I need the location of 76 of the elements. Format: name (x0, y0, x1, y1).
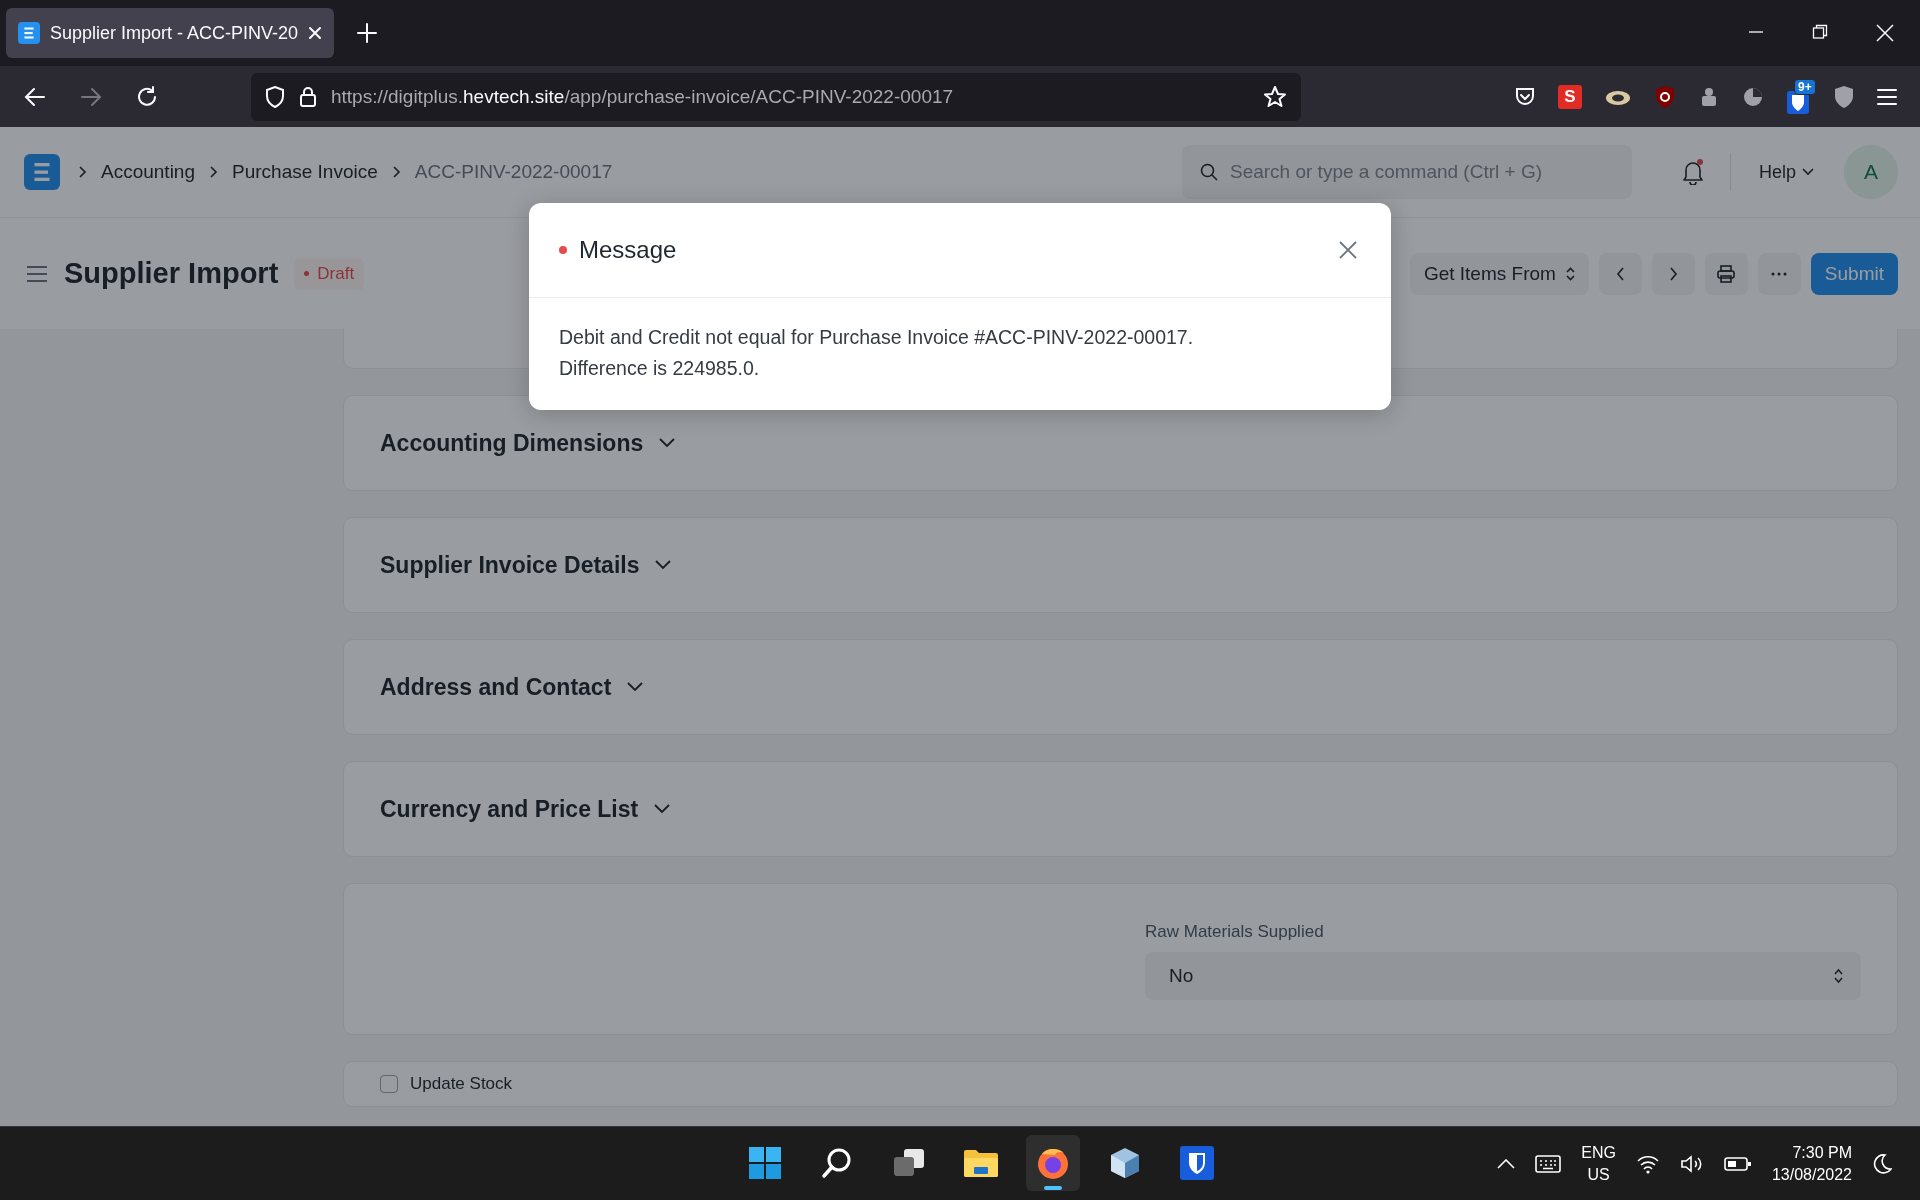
keyboard-icon[interactable] (1535, 1154, 1562, 1173)
bell-icon (1681, 159, 1704, 185)
message-text: Debit and Credit not equal for Purchase Invoice #ACC-PINV-2022-00017. (559, 325, 1195, 350)
dialog-title: Message (579, 236, 677, 264)
extension-icon[interactable]: S (1558, 84, 1582, 109)
moon-icon[interactable] (1872, 1152, 1892, 1175)
lock-icon[interactable] (299, 85, 317, 108)
chevron-right-icon (209, 165, 218, 179)
help-dropdown[interactable]: Help (1752, 160, 1820, 184)
battery-icon[interactable] (1723, 1155, 1752, 1172)
status-badge: Draft (294, 257, 365, 290)
chevron-right-icon (78, 165, 87, 179)
search-icon (1199, 163, 1218, 181)
clock[interactable]: 7:30 PM 13/08/2022 (1771, 1141, 1852, 1186)
chevron-left-icon (1615, 265, 1625, 282)
browser-icon[interactable] (1036, 1146, 1070, 1180)
updown-icon (1834, 968, 1843, 984)
folder-icon[interactable] (963, 1148, 999, 1178)
volume-icon[interactable] (1679, 1153, 1704, 1174)
active-indicator (1044, 1186, 1062, 1190)
close-icon[interactable] (1876, 24, 1894, 42)
chevron-down-icon (659, 438, 676, 448)
shield-icon[interactable] (265, 85, 285, 108)
cube-icon[interactable] (1109, 1146, 1141, 1180)
chevron-down-icon (654, 804, 671, 814)
breadcrumb-link[interactable]: Purchase Invoice (232, 161, 378, 183)
browser-tab[interactable]: Supplier Import - ACC-PINV-20 (6, 8, 334, 58)
notification-button[interactable] (1681, 159, 1704, 185)
chevron-down-icon (1802, 168, 1814, 176)
print-button[interactable] (1704, 252, 1748, 295)
logo-icon (18, 22, 40, 44)
chevron-down-icon (655, 560, 672, 570)
plus-icon[interactable] (356, 22, 378, 44)
notification-badge: 9+ (1794, 78, 1816, 95)
get-items-button[interactable]: Get Items From (1409, 252, 1589, 295)
reload-icon[interactable] (136, 85, 158, 108)
language-indicator[interactable]: ENG US (1581, 1141, 1616, 1186)
chevron-up-icon[interactable] (1497, 1158, 1516, 1169)
address-bar[interactable]: https://digitplus.hevtech.site/app/purchase-invoice/ACC-PINV-2022-00017 (251, 72, 1301, 121)
task-view-icon[interactable] (892, 1148, 926, 1178)
back-icon[interactable] (24, 86, 46, 107)
pie-chart-icon[interactable] (1742, 85, 1764, 108)
ellipsis-icon (1771, 271, 1788, 276)
checkbox-label: Update Stock (410, 1074, 513, 1094)
logo-icon (24, 154, 60, 190)
wifi-icon[interactable] (1635, 1153, 1660, 1174)
updown-icon (1565, 266, 1575, 281)
close-icon[interactable] (308, 26, 323, 40)
user-avatar[interactable]: A (1844, 145, 1898, 199)
close-icon (1339, 241, 1357, 259)
select-field[interactable]: No (1145, 952, 1861, 1000)
checkbox[interactable] (380, 1075, 398, 1093)
tab-title: Supplier Import - ACC-PINV-20 (50, 22, 299, 44)
message-text: Difference is 224985.0. (559, 356, 761, 381)
chevron-right-icon (1668, 265, 1678, 282)
printer-icon (1716, 263, 1737, 284)
page-title: Supplier Import (64, 257, 279, 290)
url-text: https://digitplus.hevtech.site/app/purchase-invoice/ACC-PINV-2022-00017 (331, 85, 955, 108)
breadcrumb-link[interactable]: Accounting (101, 161, 195, 183)
section-toggle[interactable]: Currency and Price List (380, 795, 671, 823)
section-toggle[interactable]: Address and Contact (380, 673, 644, 701)
search-placeholder: Search or type a command (Ctrl + G) (1229, 161, 1542, 183)
restore-icon[interactable] (1812, 24, 1828, 40)
section-toggle[interactable]: Supplier Invoice Details (380, 551, 672, 579)
indicator-dot (559, 246, 567, 254)
search-icon[interactable] (821, 1147, 853, 1179)
chevron-right-icon (391, 165, 401, 179)
pocket-icon[interactable] (1514, 85, 1536, 108)
chevron-down-icon (627, 682, 644, 692)
field-label: Raw Materials Supplied (1145, 922, 1325, 942)
section-toggle[interactable]: Accounting Dimensions (380, 429, 676, 457)
forward-icon[interactable] (80, 86, 102, 107)
shield-icon[interactable] (1654, 84, 1676, 109)
start-icon[interactable] (748, 1146, 782, 1180)
breadcrumb-link[interactable]: ACC-PINV-2022-00017 (414, 161, 613, 183)
star-icon[interactable] (1263, 84, 1287, 109)
